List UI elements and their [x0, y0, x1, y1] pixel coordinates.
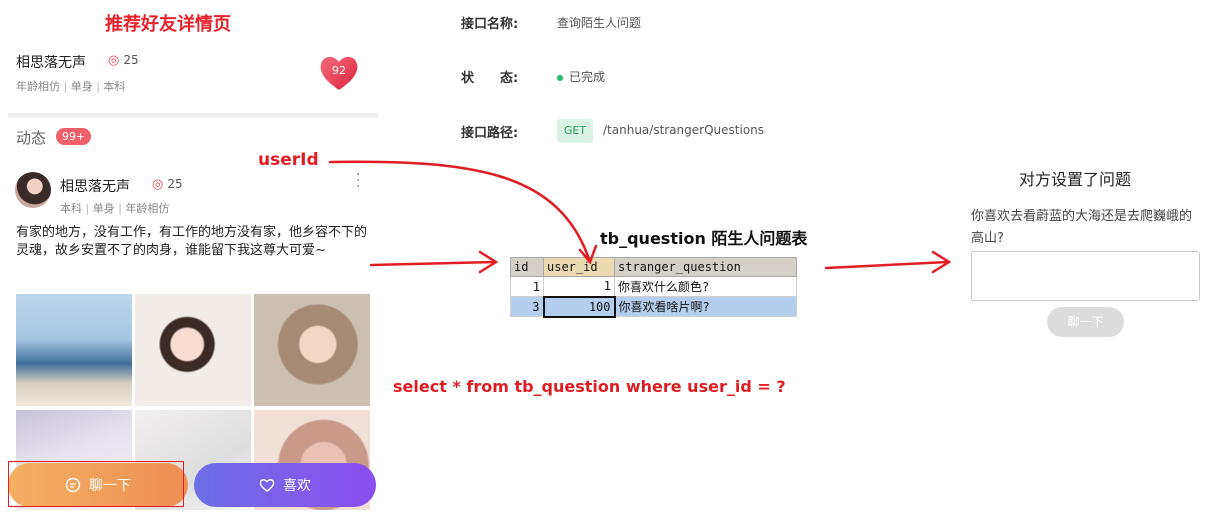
to-table-arrow: [369, 260, 497, 267]
userid-arrow: [328, 160, 592, 264]
to-question-arrow: [824, 260, 950, 270]
annotation-arrows: [328, 160, 952, 274]
